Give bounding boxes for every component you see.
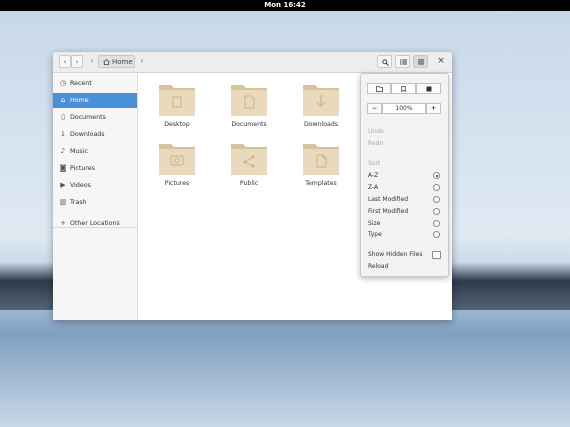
view-toggle-button[interactable] <box>395 55 410 68</box>
file-label: Public <box>239 180 259 187</box>
sidebar-item-home[interactable]: ⌂ Home <box>53 93 137 108</box>
sidebar-item-recent[interactable]: ◷ Recent <box>53 76 137 91</box>
new-tab-button[interactable] <box>416 83 441 94</box>
zoom-in-button[interactable]: + <box>426 103 441 114</box>
music-icon: ♪ <box>60 147 66 155</box>
file-item-downloads[interactable]: Downloads <box>290 81 352 141</box>
path-home-button[interactable]: Home <box>98 55 135 68</box>
sort-option-az[interactable]: A-Z <box>368 172 378 179</box>
forward-icon: › <box>75 58 79 66</box>
sort-option-type[interactable]: Type <box>368 231 382 238</box>
sidebar-item-label: Recent <box>70 80 92 87</box>
redo-item[interactable]: Redo <box>368 140 383 147</box>
pictures-icon: ◙ <box>59 164 67 172</box>
reload-item[interactable]: Reload <box>368 263 388 270</box>
sort-option-za[interactable]: Z-A <box>368 184 378 191</box>
zoom-in-icon: + <box>430 105 437 112</box>
bookmark-button[interactable] <box>391 83 416 94</box>
home-icon <box>103 59 110 65</box>
sidebar-item-label: Trash <box>70 199 87 206</box>
file-label: Documents <box>231 121 267 128</box>
undo-item[interactable]: Undo <box>368 128 384 135</box>
sort-radio-az[interactable] <box>433 172 440 179</box>
sidebar-item-downloads[interactable]: ↓ Downloads <box>53 127 137 142</box>
sort-option-size[interactable]: Size <box>368 220 380 227</box>
hamburger-icon <box>418 59 424 65</box>
back-button[interactable]: ‹ <box>59 55 71 68</box>
list-view-icon <box>399 59 407 65</box>
recent-icon: ◷ <box>59 79 67 87</box>
file-item-documents[interactable]: Documents <box>218 81 280 141</box>
sidebar-item-label: Pictures <box>70 165 95 172</box>
sort-radio-last-modified[interactable] <box>433 196 440 203</box>
sidebar-item-label: Music <box>70 148 88 155</box>
clock[interactable]: Mon 16:42 <box>264 1 305 9</box>
sort-option-last-modified[interactable]: Last Modified <box>368 196 408 203</box>
app-menu-popover: − 100% + Undo Redo Sort A-Z Z-A Last Mod… <box>360 73 449 277</box>
file-item-pictures[interactable]: Pictures <box>146 140 208 200</box>
sort-radio-size[interactable] <box>433 220 440 227</box>
zoom-out-button[interactable]: − <box>367 103 382 114</box>
downloads-folder-icon <box>303 85 339 116</box>
file-item-public[interactable]: Public <box>218 140 280 200</box>
trash-icon: ▥ <box>59 198 67 206</box>
home-icon: ⌂ <box>60 96 66 104</box>
path-scroll-left[interactable]: ‹ <box>87 55 97 68</box>
documents-icon: ▯ <box>61 113 65 121</box>
sort-radio-type[interactable] <box>433 231 440 238</box>
forward-button[interactable]: › <box>71 55 83 68</box>
chevron-left-icon: ‹ <box>90 57 94 65</box>
sidebar-item-pictures[interactable]: ◙ Pictures <box>53 161 137 176</box>
back-icon: ‹ <box>63 58 67 66</box>
plus-icon: + <box>60 219 66 227</box>
header-bar: ‹ › ‹ Home › × <box>53 52 452 73</box>
videos-icon: ▶ <box>60 181 66 189</box>
file-label: Desktop <box>164 121 190 128</box>
zoom-reset-button[interactable]: 100% <box>382 103 426 114</box>
sidebar-item-label: Downloads <box>70 131 105 138</box>
desktop-folder-icon <box>159 85 195 116</box>
search-icon <box>381 58 389 66</box>
pictures-folder-icon <box>159 144 195 175</box>
sidebar-item-label: Documents <box>70 114 106 121</box>
sidebar-item-music[interactable]: ♪ Music <box>53 144 137 159</box>
sort-radio-first-modified[interactable] <box>433 208 440 215</box>
close-button[interactable]: × <box>436 55 446 68</box>
show-hidden-checkbox[interactable] <box>432 251 441 259</box>
sort-option-first-modified[interactable]: First Modified <box>368 208 408 215</box>
file-label: Downloads <box>304 121 338 128</box>
chevron-right-icon: › <box>140 57 144 65</box>
close-icon: × <box>437 56 445 66</box>
file-label: Templates <box>305 180 337 187</box>
sidebar: ◷ Recent ⌂ Home ▯ Documents ↓ Downloads … <box>53 73 138 320</box>
sidebar-item-label: Other Locations <box>70 220 120 227</box>
path-label: Home <box>112 58 133 66</box>
file-label: Pictures <box>164 180 190 187</box>
file-item-templates[interactable]: Templates <box>290 140 352 200</box>
search-button[interactable] <box>377 55 392 68</box>
zoom-level: 100% <box>395 105 413 112</box>
documents-folder-icon <box>231 85 267 116</box>
public-folder-icon <box>231 144 267 175</box>
templates-folder-icon <box>303 144 339 175</box>
show-hidden-files-item[interactable]: Show Hidden Files <box>368 251 422 258</box>
downloads-icon: ↓ <box>60 130 66 138</box>
zoom-out-icon: − <box>371 105 378 112</box>
new-tab-icon <box>426 86 431 92</box>
sidebar-item-trash[interactable]: ▥ Trash <box>53 195 137 210</box>
new-folder-button[interactable] <box>367 83 391 94</box>
bookmark-icon <box>401 86 406 93</box>
new-folder-icon <box>375 86 383 92</box>
sidebar-item-videos[interactable]: ▶ Videos <box>53 178 137 193</box>
top-bar: Mon 16:42 <box>0 0 570 11</box>
sidebar-item-label: Home <box>70 97 89 104</box>
sort-heading: Sort <box>368 160 381 167</box>
sort-radio-za[interactable] <box>433 184 440 191</box>
sidebar-item-other-locations[interactable]: + Other Locations <box>53 216 137 231</box>
file-item-desktop[interactable]: Desktop <box>146 81 208 141</box>
sidebar-item-label: Videos <box>70 182 91 189</box>
path-scroll-right[interactable]: › <box>137 55 147 68</box>
sidebar-item-documents[interactable]: ▯ Documents <box>53 110 137 125</box>
menu-button[interactable] <box>413 55 428 68</box>
